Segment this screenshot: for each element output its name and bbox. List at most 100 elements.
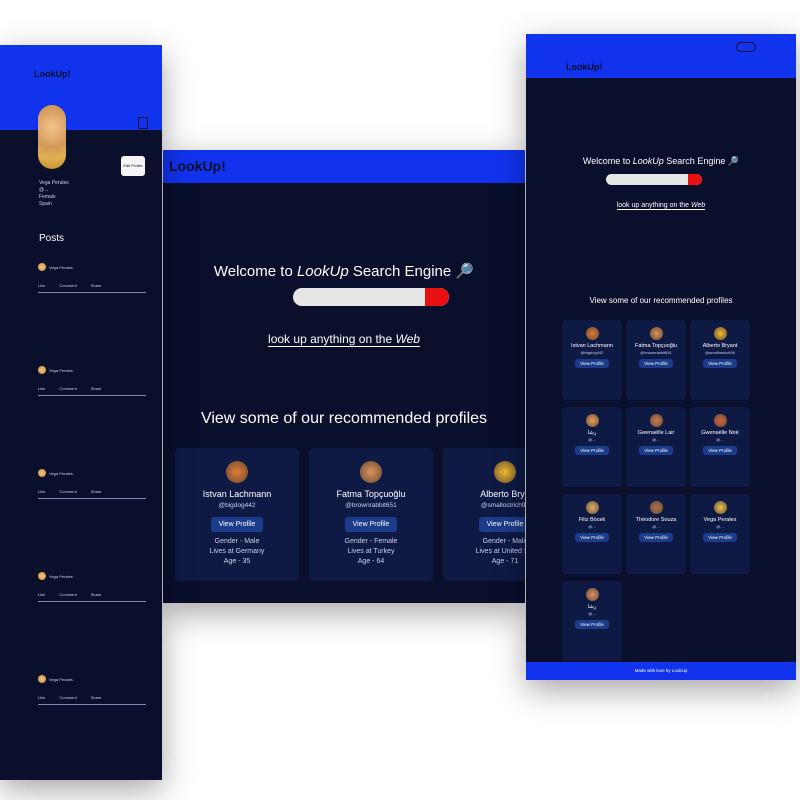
view-profile-button[interactable]: View Profile bbox=[575, 446, 609, 455]
view-profile-button[interactable]: View Profile bbox=[703, 446, 737, 455]
avatar bbox=[38, 366, 46, 374]
brand-logo[interactable]: LookUp! bbox=[169, 158, 226, 174]
profile-handle: @smallostrich96 bbox=[705, 350, 735, 355]
profile-lives: Lives at Germany bbox=[209, 548, 265, 555]
view-profile-button[interactable]: View Profile bbox=[639, 359, 673, 368]
like-button[interactable]: Like bbox=[38, 386, 45, 391]
profile-handle: @smallostrich96 bbox=[480, 502, 525, 509]
profile-card: Gwenaëlle Noë @... View Profile bbox=[690, 407, 750, 487]
profile-card: Alberto Bryant @smallostrich96 View Profil… bbox=[690, 320, 750, 400]
profile-handle: @... bbox=[588, 437, 596, 442]
share-button[interactable]: Share bbox=[91, 592, 102, 597]
profile-handle: @brownrabbit651 bbox=[345, 502, 397, 509]
post-author: Vega Perales bbox=[49, 367, 73, 373]
avatar bbox=[38, 263, 46, 271]
profile-name: Filiz Böcek bbox=[578, 517, 606, 523]
profile-handle: @... bbox=[588, 611, 596, 616]
profile-card: Filiz Böcek @... View Profile bbox=[562, 494, 622, 574]
post-item: Vega Perales Like Comment Share bbox=[38, 675, 146, 705]
post-author: Vega Perales bbox=[49, 264, 73, 270]
web-search-link[interactable]: look up anything on the Web bbox=[163, 332, 525, 347]
like-button[interactable]: Like bbox=[38, 489, 45, 494]
comment-button[interactable]: Comment bbox=[59, 283, 76, 288]
view-profile-button[interactable]: View Profile bbox=[210, 517, 264, 532]
profile-handle: @... bbox=[716, 524, 724, 529]
profile-name: Alberto Bryant bbox=[702, 343, 738, 349]
avatar bbox=[494, 461, 516, 483]
profile-handle: @... bbox=[652, 524, 660, 529]
welcome-heading: Welcome to LookUp Search Engine 🔎 bbox=[213, 263, 475, 280]
avatar bbox=[713, 501, 727, 514]
comment-button[interactable]: Comment bbox=[59, 489, 76, 494]
view-profile-button[interactable]: View Profile bbox=[639, 533, 673, 542]
comment-button[interactable]: Comment bbox=[59, 592, 76, 597]
post-actions: Like Comment Share bbox=[38, 592, 146, 597]
view-profile-button[interactable]: View Profile bbox=[703, 359, 737, 368]
edit-profile-button[interactable]: Edit Profile bbox=[121, 156, 145, 176]
avatar bbox=[713, 327, 727, 340]
view-profile-button[interactable]: View Profile bbox=[575, 620, 609, 629]
search-button[interactable] bbox=[425, 288, 449, 306]
navbar: LookUp! bbox=[0, 45, 162, 130]
post-author: Vega Perales bbox=[49, 470, 73, 476]
profile-handle: @bigdog442 bbox=[580, 350, 604, 355]
menu-icon[interactable] bbox=[138, 117, 148, 129]
profile-age: Age - 64 bbox=[357, 558, 385, 565]
avatar bbox=[585, 414, 599, 427]
avatar bbox=[38, 675, 46, 683]
profile-gender: Gender - Male bbox=[214, 538, 260, 545]
profile-details: Gender - Female Lives at Turkey Age - 64 bbox=[309, 537, 433, 567]
profile-card: Fatma Topçuoğlu @brownrabbit651 View Profi… bbox=[309, 448, 433, 581]
share-button[interactable]: Share bbox=[91, 283, 102, 288]
share-button[interactable]: Share bbox=[91, 489, 102, 494]
magnifier-icon: 🔎 bbox=[455, 263, 475, 280]
profile-name: Gwenaëlle Lair bbox=[637, 430, 675, 436]
avatar bbox=[38, 469, 46, 477]
post-item: Vega Perales Like Comment Share bbox=[38, 263, 146, 293]
post-actions: Like Comment Share bbox=[38, 283, 146, 288]
profile-gender: Gender - Male bbox=[482, 538, 525, 545]
avatar bbox=[585, 327, 599, 340]
profile-card: رشا @... View Profile bbox=[562, 581, 622, 661]
profile-avatar bbox=[38, 105, 66, 169]
brand-logo[interactable]: LookUp! bbox=[566, 62, 603, 72]
recommended-title: View some of our recommended profiles bbox=[589, 296, 733, 305]
comment-button[interactable]: Comment bbox=[59, 695, 76, 700]
profile-handle: @bigdog442 bbox=[218, 502, 256, 509]
post-actions: Like Comment Share bbox=[38, 695, 146, 700]
search-input[interactable] bbox=[606, 174, 702, 185]
post-item: Vega Perales Like Comment Share bbox=[38, 366, 146, 396]
post-author: Vega Perales bbox=[49, 676, 73, 682]
view-profile-button[interactable]: View Profile bbox=[478, 517, 525, 532]
share-button[interactable]: Share bbox=[91, 386, 102, 391]
post-header: Vega Perales bbox=[38, 572, 146, 580]
avatar bbox=[713, 414, 727, 427]
like-button[interactable]: Like bbox=[38, 283, 45, 288]
profile-card: Théodore Souza @... View Profile bbox=[626, 494, 686, 574]
view-profile-button[interactable]: View Profile bbox=[575, 359, 609, 368]
post-item: Vega Perales Like Comment Share bbox=[38, 572, 146, 602]
profile-age: Age - 35 bbox=[223, 558, 251, 565]
theme-toggle[interactable] bbox=[736, 42, 756, 52]
view-profile-button[interactable]: View Profile bbox=[639, 446, 673, 455]
search-input[interactable] bbox=[293, 288, 449, 306]
view-profile-button[interactable]: View Profile bbox=[575, 533, 609, 542]
profile-name: Istvan Lachmann bbox=[571, 343, 613, 349]
web-search-link[interactable]: look up anything on the Web bbox=[526, 202, 796, 210]
search-button[interactable] bbox=[688, 174, 702, 185]
like-button[interactable]: Like bbox=[38, 695, 45, 700]
share-button[interactable]: Share bbox=[91, 695, 102, 700]
view-profile-button[interactable]: View Profile bbox=[703, 533, 737, 542]
brand-logo[interactable]: LookUp! bbox=[34, 69, 71, 79]
profile-name: Fatma Topçuoğlu bbox=[336, 489, 406, 499]
profile-page-panel: LookUp! Edit Profile Vega Perales @... F… bbox=[0, 45, 162, 780]
profile-age: Age - 71 bbox=[491, 558, 519, 565]
profile-lives: Lives at United Sta bbox=[475, 548, 525, 555]
view-profile-button[interactable]: View Profile bbox=[344, 517, 398, 532]
like-button[interactable]: Like bbox=[38, 592, 45, 597]
comment-button[interactable]: Comment bbox=[59, 386, 76, 391]
profile-name: Istvan Lachmann bbox=[202, 489, 272, 499]
recommended-title: View some of our recommended profiles bbox=[200, 410, 488, 427]
profile-name: Fatma Topçuoğlu bbox=[634, 343, 678, 349]
profile-card: Istvan Lachmann @bigdog442 View Profile Gen… bbox=[175, 448, 299, 581]
